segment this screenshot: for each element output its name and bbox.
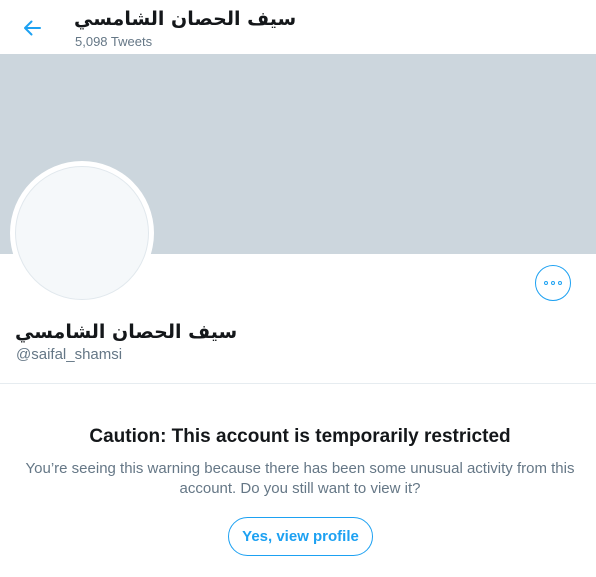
more-options-button[interactable] <box>535 265 571 301</box>
header-title: سيف الحصان الشامسي <box>74 8 297 30</box>
divider <box>0 383 596 384</box>
avatar-frame <box>10 161 154 305</box>
arrow-left-icon <box>24 20 41 36</box>
profile-handle: @saifal_shamsi <box>16 346 123 363</box>
more-options-icon-dot <box>558 281 562 285</box>
tweet-count: 5,098 Tweets <box>75 34 153 49</box>
view-profile-button[interactable]: Yes, view profile <box>228 517 373 556</box>
back-button[interactable] <box>14 10 50 46</box>
avatar[interactable] <box>15 166 149 300</box>
caution-message: You’re seeing this warning because there… <box>25 460 575 497</box>
caution-title: Caution: This account is temporarily res… <box>89 426 511 447</box>
profile-name: سيف الحصان الشامسي <box>15 321 238 343</box>
top-bar: سيف الحصان الشامسي 5,098 Tweets <box>0 0 596 54</box>
more-options-icon-dot <box>551 281 555 285</box>
more-options-icon <box>544 281 548 285</box>
